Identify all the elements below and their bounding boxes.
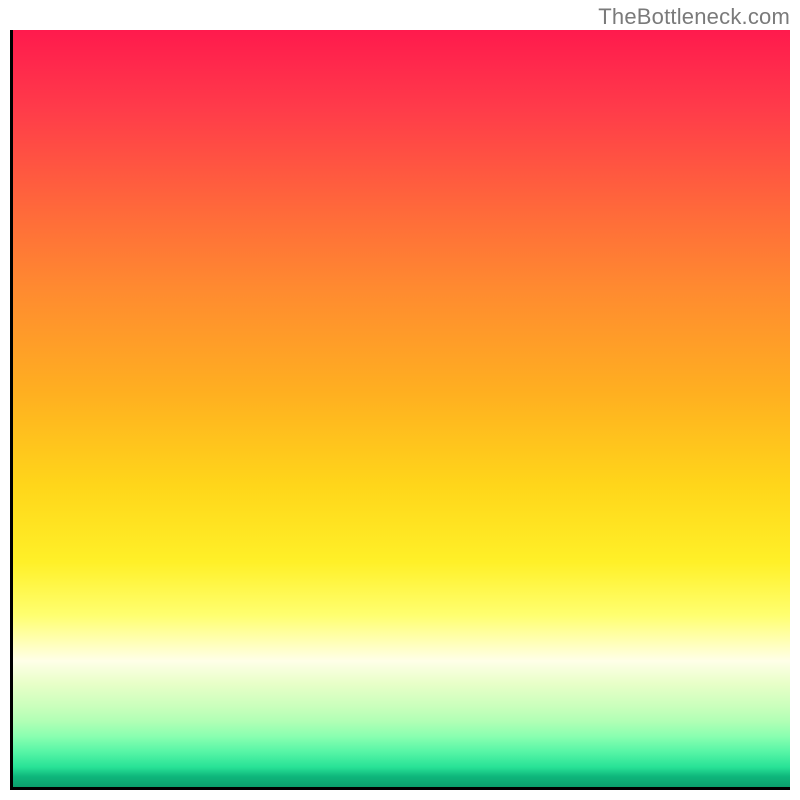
watermark-text: TheBottleneck.com [598, 4, 790, 30]
background-gradient [10, 30, 790, 790]
chart-container: TheBottleneck.com [0, 0, 800, 800]
plot-area [10, 30, 790, 790]
